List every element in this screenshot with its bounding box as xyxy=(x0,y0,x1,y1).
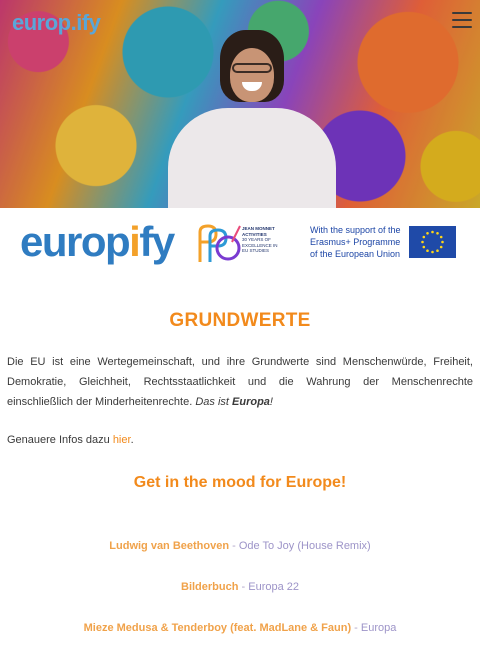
song-item[interactable]: Mieze Medusa & Tenderboy (feat. MadLane … xyxy=(7,622,473,634)
song-item[interactable]: Bilderbuch - Europa 22 xyxy=(7,581,473,593)
jean-monnet-logo: JEAN MONNET ACTIVITIES 30 YEARS OF EXCEL… xyxy=(196,222,282,268)
mood-heading: Get in the mood for Europe! xyxy=(133,474,347,491)
hamburger-menu-icon[interactable] xyxy=(452,12,472,28)
hero-person xyxy=(150,30,350,208)
site-logo[interactable]: europ.ify xyxy=(12,10,101,36)
partner-logos: europify JEAN MONNET ACTIVITIES 30 YEARS… xyxy=(0,208,480,276)
intro-paragraph: Die EU ist eine Wertegemeinschaft, und i… xyxy=(7,356,473,408)
info-link[interactable]: hier xyxy=(113,434,131,446)
eu-flag-icon xyxy=(409,226,456,258)
song-item[interactable]: Ludwig van Beethoven - Ode To Joy (House… xyxy=(7,540,473,552)
page-title: GRUNDWERTE xyxy=(169,310,311,331)
hero-image: europ.ify xyxy=(0,0,480,208)
erasmus-support-text: With the support of the Erasmus+ Program… xyxy=(310,225,401,259)
info-line: Genauere Infos dazu hier. xyxy=(7,434,134,446)
europify-logo: europify xyxy=(20,218,175,265)
